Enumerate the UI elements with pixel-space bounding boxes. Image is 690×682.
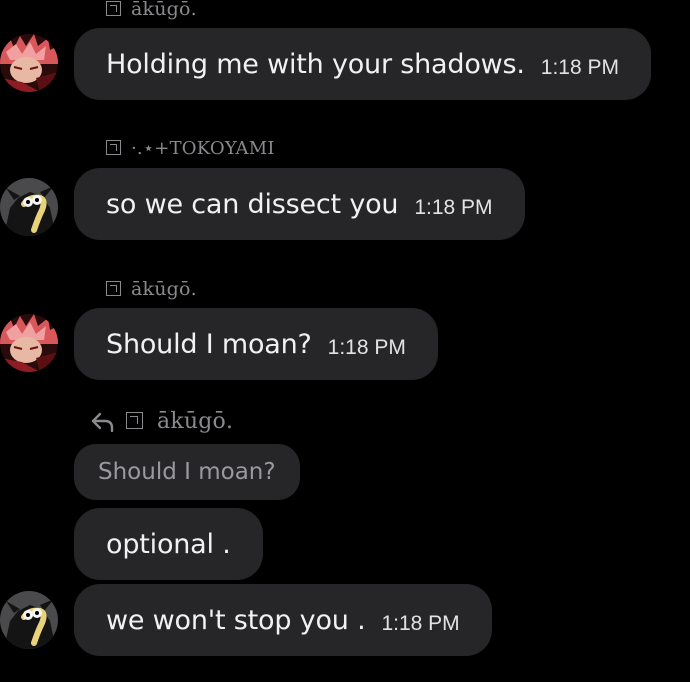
- reply-author[interactable]: ākūgō.: [126, 409, 233, 434]
- unknown-glyph-icon: [126, 411, 143, 429]
- reply-header[interactable]: ākūgō.: [90, 406, 233, 436]
- message-bubble[interactable]: Should I moan? 1:18 PM: [74, 308, 438, 380]
- unknown-glyph-icon: [106, 140, 121, 155]
- chat-view: ākūgō. Holding me with your shadows. 1:1…: [0, 0, 690, 682]
- quoted-message-text: Should I moan?: [98, 459, 276, 485]
- message-bubble[interactable]: optional .: [74, 508, 263, 580]
- message-text: optional .: [106, 528, 231, 560]
- tokoyami-avatar-icon: [0, 178, 58, 236]
- avatar[interactable]: [0, 591, 58, 649]
- unknown-glyph-icon: [106, 1, 121, 16]
- avatar[interactable]: [0, 178, 58, 236]
- message-timestamp: 1:18 PM: [381, 612, 460, 635]
- message-bubble[interactable]: we won't stop you . 1:18 PM: [74, 584, 492, 656]
- message-author[interactable]: ākūgō.: [106, 277, 197, 301]
- message-bubble[interactable]: so we can dissect you 1:18 PM: [74, 168, 525, 240]
- message-text: we won't stop you .: [106, 604, 366, 636]
- message-timestamp: 1:18 PM: [540, 56, 619, 79]
- message-author[interactable]: ·.⋆+TOKOYAMI: [106, 137, 275, 161]
- message-timestamp: 1:18 PM: [414, 196, 493, 219]
- message-text: so we can dissect you: [106, 188, 399, 220]
- bakugo-avatar-icon: [0, 34, 58, 92]
- message-text: Should I moan?: [106, 328, 312, 360]
- message-bubble[interactable]: Holding me with your shadows. 1:18 PM: [74, 28, 651, 100]
- bakugo-avatar-icon: [0, 314, 58, 372]
- tokoyami-avatar-icon: [0, 591, 58, 649]
- message-timestamp: 1:18 PM: [327, 336, 406, 359]
- unknown-glyph-icon: [106, 281, 121, 296]
- avatar[interactable]: [0, 34, 58, 92]
- avatar[interactable]: [0, 314, 58, 372]
- message-author[interactable]: ākūgō.: [106, 0, 197, 21]
- message-text: Holding me with your shadows.: [106, 48, 525, 80]
- quoted-message[interactable]: Should I moan?: [74, 444, 300, 500]
- reply-arrow-icon: [91, 412, 114, 433]
